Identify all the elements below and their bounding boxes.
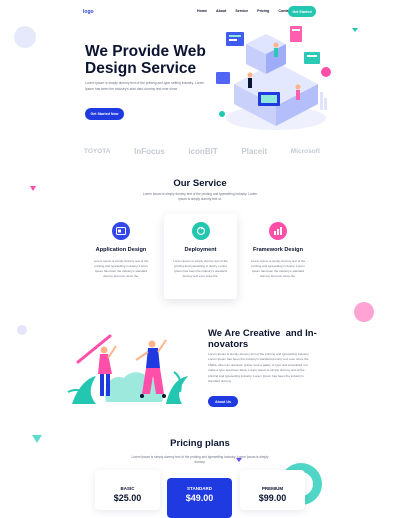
creative-team-illustration — [67, 334, 188, 404]
service-card-deployment[interactable]: Deployment Lorem Ipsum is simply dummy t… — [164, 214, 237, 299]
service-subtitle: Lorem Ipsum is simply dummy text of the … — [142, 192, 258, 202]
hero-title: We Provide Web Design Service — [85, 43, 225, 77]
decor-circle-lavender-small — [17, 325, 27, 335]
logo[interactable]: logo — [83, 9, 94, 15]
plan-price: $25.00 — [113, 493, 142, 503]
plan-price: $49.00 — [185, 493, 214, 503]
hero-title-line-2: Design Service — [85, 60, 197, 77]
decor-triangle-pink — [30, 186, 36, 191]
main-nav: Home About Service Pricing Contact — [197, 9, 292, 13]
pricing-plan-standard[interactable]: STANDARD $49.00 — [167, 478, 232, 518]
creative-title-line-1: We Are Creative and In- — [208, 328, 317, 339]
get-started-button[interactable]: Get Started — [288, 6, 316, 17]
decor-circle-pink — [354, 302, 374, 322]
service-card-title: Framework Design — [252, 247, 304, 253]
service-card-text: Lorem Ipsum is simply dummy text of the … — [173, 259, 228, 278]
plan-name: PREMIUM — [261, 486, 284, 491]
client-logo-iconbit: iconBIT — [188, 147, 218, 156]
pricing-plan-basic[interactable]: BASIC $25.00 — [95, 470, 160, 510]
hero-get-started-button[interactable]: Get Started Now — [85, 108, 124, 120]
service-card-framework-design[interactable]: Framework Design Lorem Ipsum is simply d… — [248, 222, 308, 279]
nav-item-service[interactable]: Service — [235, 9, 248, 13]
plan-name: BASIC — [120, 486, 135, 491]
client-logo-infocus: InFocus — [134, 147, 165, 156]
nav-item-home[interactable]: Home — [197, 9, 207, 13]
decor-circle-lavender — [14, 26, 36, 48]
client-logos: TOYOTA InFocus iconBIT Placeit Microsoft — [84, 147, 320, 156]
plan-name: STANDARD — [187, 486, 212, 491]
framework-design-icon — [269, 222, 287, 240]
pricing-title: Pricing plans — [170, 438, 230, 449]
client-logo-microsoft: Microsoft — [290, 148, 320, 155]
nav-item-about[interactable]: About — [216, 9, 226, 13]
application-design-icon — [112, 222, 130, 240]
client-logo-toyota: TOYOTA — [84, 148, 111, 155]
nav-item-pricing[interactable]: Pricing — [257, 9, 269, 13]
service-card-application-design[interactable]: Application Design Lorem Ipsum is simply… — [91, 222, 151, 279]
decor-triangle-teal-bottom — [32, 435, 42, 443]
deployment-icon — [191, 222, 210, 240]
pricing-plan-premium[interactable]: PREMIUM $99.00 — [240, 470, 305, 510]
service-card-text: Lorem Ipsum is simply dummy text of the … — [250, 259, 306, 278]
service-card-title: Application Design — [95, 247, 147, 253]
hero-text: Lorem Ipsum is simply dummy text of the … — [85, 81, 205, 91]
decor-triangle-teal — [352, 28, 358, 32]
hero-title-line-1: We Provide Web — [85, 43, 206, 60]
about-us-button[interactable]: About Us — [208, 396, 238, 407]
service-card-title: Deployment — [184, 247, 217, 253]
creative-title-line-2: novators — [208, 339, 249, 350]
hero-isometric-illustration — [216, 26, 331, 130]
creative-text: Lorem Ipsum is simply dummy text of the … — [208, 352, 310, 384]
service-title: Our Service — [173, 178, 227, 189]
client-logo-placeit: Placeit — [241, 147, 268, 156]
plan-price: $99.00 — [258, 493, 287, 503]
service-card-text: Lorem Ipsum is simply dummy text of the … — [93, 259, 149, 278]
pricing-subtitle: Lorem Ipsum is simply dummy text of the … — [131, 455, 269, 465]
creative-title: We Are Creative and In- novators — [208, 328, 328, 350]
